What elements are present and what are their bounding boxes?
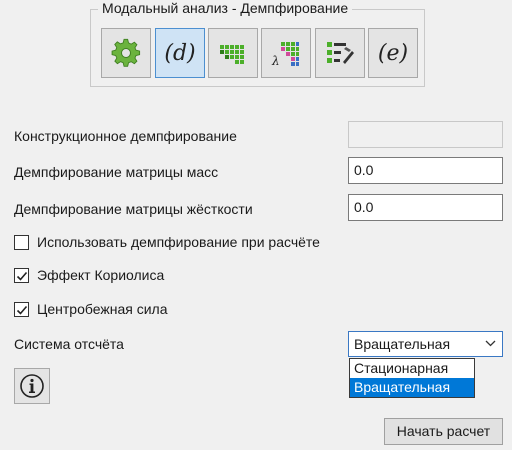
svg-text:λ: λ [271, 54, 280, 68]
use-damping-checkbox[interactable] [14, 235, 29, 250]
gear-icon [111, 38, 141, 67]
centrifugal-checkbox[interactable] [14, 302, 29, 317]
info-button[interactable] [14, 368, 50, 404]
centrifugal-label[interactable]: Центробежная сила [37, 301, 167, 317]
matrix-button[interactable] [208, 28, 258, 78]
start-calculation-button[interactable]: Начать расчет [384, 418, 503, 445]
coriolis-label[interactable]: Эффект Кориолиса [37, 267, 164, 283]
lambda-matrix-icon: λ [271, 42, 299, 68]
use-damping-label[interactable]: Использовать демпфирование при расчёте [37, 234, 320, 250]
check-icon [16, 271, 28, 281]
info-icon [20, 374, 44, 398]
toolbar-title: Модальный анализ - Демпфирование [98, 0, 353, 16]
mass-damping-label: Демпфирование матрицы масс [14, 164, 219, 180]
structural-damping-label: Конструкционное демпфирование [14, 128, 237, 144]
option-rotating[interactable]: Вращательная [350, 378, 474, 397]
settings-button[interactable] [101, 28, 151, 78]
reference-system-dropdown: Стационарная Вращательная [349, 358, 475, 398]
coriolis-checkbox[interactable] [14, 268, 29, 283]
check-icon [16, 305, 28, 315]
mass-damping-field[interactable]: 0.0 [348, 157, 503, 184]
eigenvalue-matrix-button[interactable]: λ [261, 28, 311, 78]
reference-system-select[interactable]: Вращательная [348, 331, 503, 357]
reference-system-value: Вращательная [354, 336, 451, 352]
stiffness-damping-field[interactable]: 0.0 [348, 194, 503, 221]
matrix-grid-icon [220, 45, 244, 64]
d-variable-icon: (d) [164, 40, 196, 66]
option-stationary[interactable]: Стационарная [350, 359, 474, 378]
stiffness-damping-label: Демпфирование матрицы жёсткости [14, 201, 253, 217]
list-edit-button[interactable] [315, 28, 365, 78]
list-edit-icon [327, 42, 354, 64]
e-variable-icon: (e) [377, 40, 409, 66]
structural-damping-field [348, 121, 503, 148]
reference-system-label: Система отсчёта [14, 336, 124, 352]
chevron-down-icon [485, 340, 496, 347]
damping-e-button[interactable]: (e) [368, 28, 418, 78]
damping-d-button[interactable]: (d) [155, 28, 205, 78]
